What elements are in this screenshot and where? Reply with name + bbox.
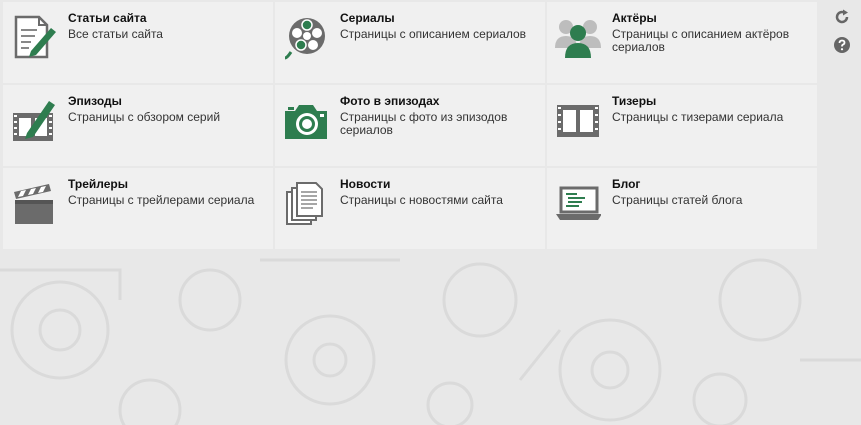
- tile-description: Страницы с описанием сериалов: [340, 27, 527, 41]
- filmstrip-icon: [553, 97, 603, 143]
- tile-title: Эпизоды: [68, 94, 122, 108]
- documents-icon: [281, 180, 331, 226]
- tile-description: Страницы с фото из эпизодов сериалов: [340, 110, 508, 137]
- tile-blog[interactable]: Блог Страницы статей блога: [547, 168, 817, 249]
- tile-trailers[interactable]: Трейлеры Страницы с трейлерами сериала: [3, 168, 273, 249]
- filmstrip-edit-icon: [9, 97, 59, 143]
- refresh-icon: [835, 9, 849, 24]
- tile-teasers[interactable]: Тизеры Страницы с тизерами сериала: [547, 85, 817, 166]
- tile-news[interactable]: Новости Страницы с новостями сайта: [275, 168, 545, 249]
- tile-site-articles[interactable]: Статьи сайта Все статьи сайта: [3, 2, 273, 83]
- tile-description: Страницы с описанием актёров сериалов: [612, 27, 790, 54]
- clapperboard-icon: [9, 180, 59, 226]
- tile-description: Страницы статей блога: [612, 193, 743, 207]
- tile-title: Трейлеры: [68, 177, 128, 191]
- tile-actors[interactable]: Актёры Страницы с описанием актёров сери…: [547, 2, 817, 83]
- film-reel-icon: [281, 14, 331, 60]
- help-button[interactable]: [832, 35, 852, 55]
- sections-grid: Статьи сайта Все статьи сайта Сериалы Ст…: [3, 2, 817, 249]
- tile-description: Страницы с обзором серий: [68, 110, 221, 124]
- tile-title: Фото в эпизодах: [340, 94, 440, 108]
- tile-title: Сериалы: [340, 11, 395, 25]
- tile-description: Страницы с трейлерами сериала: [68, 193, 255, 207]
- tile-title: Тизеры: [612, 94, 657, 108]
- tile-episodes[interactable]: Эпизоды Страницы с обзором серий: [3, 85, 273, 166]
- tile-title: Новости: [340, 177, 391, 191]
- tile-title: Актёры: [612, 11, 657, 25]
- tile-title: Статьи сайта: [68, 11, 147, 25]
- laptop-icon: [553, 180, 603, 226]
- tile-description: Страницы с тизерами сериала: [612, 110, 784, 124]
- tile-series[interactable]: Сериалы Страницы с описанием сериалов: [275, 2, 545, 83]
- tile-description: Все статьи сайта: [68, 27, 163, 41]
- article-edit-icon: [9, 14, 59, 60]
- camera-icon: [281, 97, 331, 143]
- help-icon: [834, 37, 850, 53]
- tile-title: Блог: [612, 177, 641, 191]
- tile-description: Страницы с новостями сайта: [340, 193, 503, 207]
- tile-episode-photos[interactable]: Фото в эпизодах Страницы с фото из эпизо…: [275, 85, 545, 166]
- refresh-button[interactable]: [832, 7, 852, 27]
- users-icon: [553, 14, 603, 60]
